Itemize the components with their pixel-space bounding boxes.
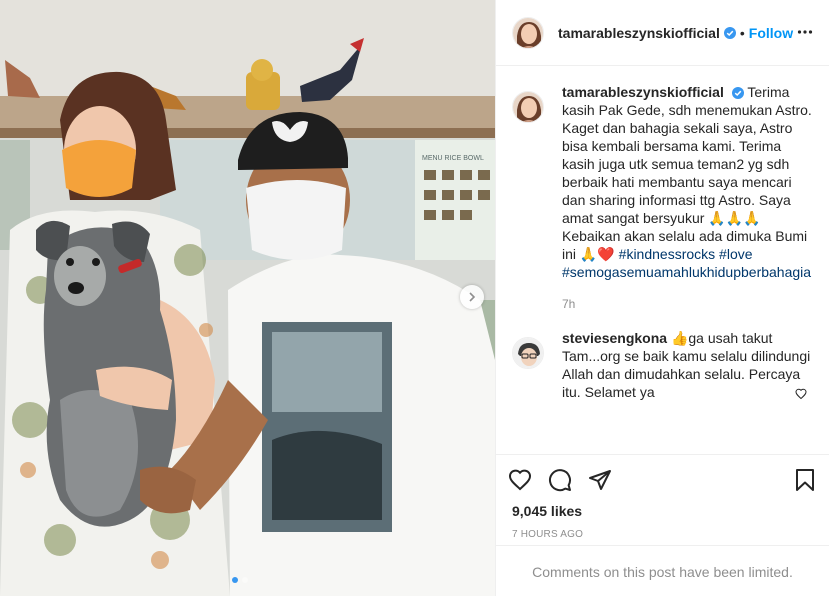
- caption-avatar-image: [513, 92, 543, 122]
- carousel-next-button[interactable]: [460, 285, 484, 309]
- carousel-indicator: [232, 577, 248, 583]
- comments-limited-notice: Comments on this post have been limited.: [496, 545, 829, 596]
- header-separator: •: [739, 24, 745, 41]
- hashtag-kindnessrocks[interactable]: #kindnessrocks: [619, 246, 716, 262]
- commenter-avatar-image: [513, 338, 543, 368]
- comment-bubble-icon: [549, 469, 571, 492]
- caption-text: Terima kasih Pak Gede, sdh menemukan Ast…: [562, 84, 812, 262]
- more-options-icon[interactable]: [797, 24, 813, 40]
- post-timestamp[interactable]: 7 HOURS AGO: [496, 519, 829, 540]
- bookmark-icon: [796, 469, 814, 491]
- likes-count[interactable]: 9,045 likes: [496, 501, 829, 519]
- carousel-dot-active: [232, 577, 238, 583]
- hashtag-love[interactable]: #love: [719, 246, 752, 262]
- hashtag-semogasemuamahlukhidupberbahagia[interactable]: #semogasemuamahlukhidupberbahagia: [562, 264, 811, 280]
- comment-row: steviesengkona 👍ga usah takut Tam...org …: [512, 329, 813, 401]
- action-icons-row: [496, 455, 829, 501]
- caption-text-block: tamarableszynskiofficial Terima kasih Pa…: [562, 83, 812, 313]
- share-button[interactable]: [588, 468, 612, 492]
- like-button[interactable]: [508, 468, 532, 492]
- comment-text-block: steviesengkona 👍ga usah takut Tam...org …: [562, 329, 812, 401]
- post-side-panel: tamarableszynskiofficial • Follow tamara…: [495, 0, 829, 596]
- verified-badge-icon: [731, 87, 744, 99]
- comment-username[interactable]: steviesengkona: [562, 330, 667, 346]
- caption-username[interactable]: tamarableszynskiofficial: [562, 84, 724, 100]
- verified-badge-icon: [723, 26, 736, 39]
- follow-button[interactable]: Follow: [749, 25, 793, 41]
- post-photo[interactable]: MENU RICE BOWL: [0, 0, 495, 596]
- author-avatar[interactable]: [512, 16, 544, 49]
- save-button[interactable]: [793, 468, 817, 492]
- comment-button[interactable]: [548, 468, 572, 492]
- post-actions: 9,045 likes 7 HOURS AGO: [496, 454, 829, 540]
- comments-list[interactable]: tamarableszynskiofficial Terima kasih Pa…: [496, 67, 829, 453]
- photo-illustration: MENU RICE BOWL: [0, 0, 495, 596]
- author-avatar-image: [513, 17, 543, 48]
- comment-like-heart-icon[interactable]: [795, 388, 807, 400]
- post-header: tamarableszynskiofficial • Follow: [496, 0, 829, 66]
- caption-time[interactable]: 7h: [562, 295, 812, 313]
- instagram-post: MENU RICE BOWL tamarableszynskiofficial …: [0, 0, 829, 596]
- chevron-right-icon: [469, 292, 476, 302]
- paper-plane-icon: [589, 470, 611, 490]
- author-username[interactable]: tamarableszynskiofficial: [558, 25, 720, 41]
- commenter-avatar[interactable]: [512, 337, 544, 369]
- caption-author-avatar[interactable]: [512, 91, 544, 123]
- heart-icon: [508, 469, 532, 491]
- carousel-dot: [242, 577, 248, 583]
- svg-text:MENU RICE BOWL: MENU RICE BOWL: [422, 155, 484, 162]
- caption-row: tamarableszynskiofficial Terima kasih Pa…: [512, 83, 813, 313]
